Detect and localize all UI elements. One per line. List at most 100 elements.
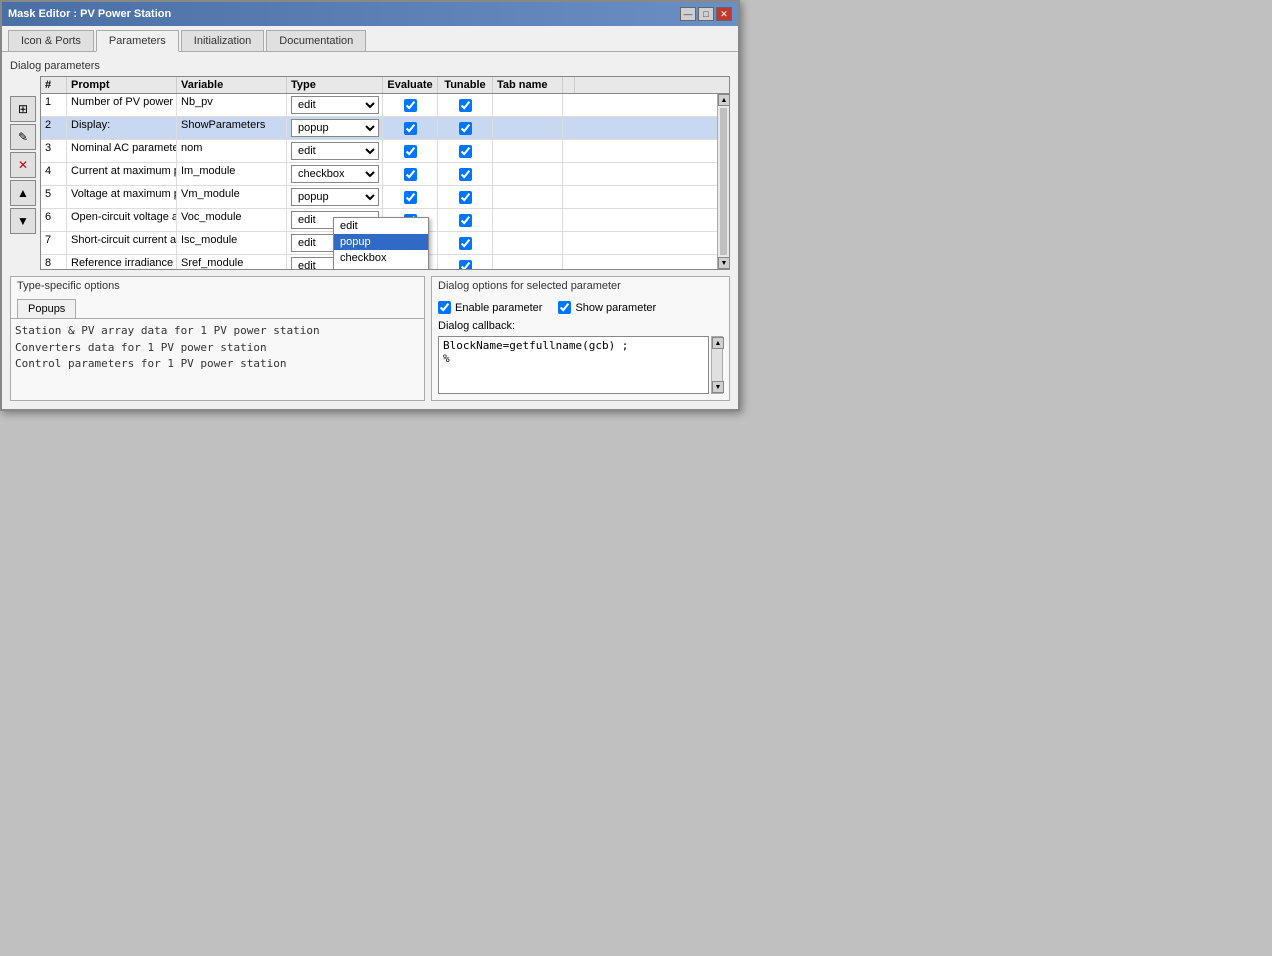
cell-tunable[interactable] — [438, 255, 493, 269]
table-row[interactable]: 3 Nominal AC parameters o... nom edit — [41, 140, 729, 163]
cell-evaluate[interactable] — [383, 94, 438, 116]
cell-type[interactable]: checkbox — [287, 163, 383, 185]
cell-variable: Nb_pv — [177, 94, 287, 116]
move-up-button[interactable]: ▲ — [10, 180, 36, 206]
cell-prompt: Voltage at maximum pow... — [67, 186, 177, 208]
tunable-check[interactable] — [459, 260, 472, 270]
params-container: ⊞ ✎ ✕ ▲ ▼ # Prompt Variable Type Evaluat… — [10, 76, 730, 270]
scroll-up-button[interactable]: ▲ — [718, 94, 729, 106]
col-scroll — [563, 77, 575, 93]
evaluate-check[interactable] — [404, 99, 417, 112]
evaluate-check[interactable] — [404, 122, 417, 135]
delete-button[interactable]: ✕ — [10, 152, 36, 178]
enable-parameter-label[interactable]: Enable parameter — [438, 301, 542, 314]
cell-variable: Vm_module — [177, 186, 287, 208]
table-scrollbar[interactable]: ▲ ▼ — [717, 94, 729, 269]
cell-variable: nom — [177, 140, 287, 162]
table-row[interactable]: 5 Voltage at maximum pow... Vm_module po… — [41, 186, 729, 209]
popup-item: Control parameters for 1 PV power statio… — [15, 356, 420, 373]
tunable-check[interactable] — [459, 122, 472, 135]
tab-documentation[interactable]: Documentation — [266, 30, 366, 51]
tunable-check[interactable] — [459, 168, 472, 181]
cell-tab — [493, 186, 563, 208]
cell-tab — [493, 94, 563, 116]
content-area: Dialog parameters ⊞ ✎ ✕ ▲ ▼ # Prompt Var… — [2, 52, 738, 409]
cell-variable: Voc_module — [177, 209, 287, 231]
cell-tunable[interactable] — [438, 94, 493, 116]
popups-tab[interactable]: Popups — [17, 299, 76, 318]
tabs-bar: Icon & Ports Parameters Initialization D… — [2, 26, 738, 52]
table-row[interactable]: 4 Current at maximum powe... Im_module c… — [41, 163, 729, 186]
left-panel-title: Type-specific options — [11, 277, 424, 295]
enable-parameter-check[interactable] — [438, 301, 451, 314]
cell-evaluate[interactable] — [383, 186, 438, 208]
maximize-button[interactable]: □ — [698, 7, 714, 21]
table-row[interactable]: 2 Display: ShowParameters popup — [41, 117, 729, 140]
move-down-button[interactable]: ▼ — [10, 208, 36, 234]
type-select[interactable]: edit — [291, 142, 379, 160]
cell-prompt: Reference irradiance [Sref ... — [67, 255, 177, 269]
cell-tunable[interactable] — [438, 186, 493, 208]
evaluate-check[interactable] — [404, 191, 417, 204]
cell-type[interactable]: popup — [287, 117, 383, 139]
cell-tunable[interactable] — [438, 117, 493, 139]
col-prompt: Prompt — [67, 77, 177, 93]
cell-variable: Isc_module — [177, 232, 287, 254]
close-button[interactable]: ✕ — [716, 7, 732, 21]
cell-evaluate[interactable] — [383, 140, 438, 162]
callback-scroll-up[interactable]: ▲ — [712, 337, 724, 349]
tab-icon-ports[interactable]: Icon & Ports — [8, 30, 94, 51]
tab-initialization[interactable]: Initialization — [181, 30, 264, 51]
callback-scrollbar[interactable]: ▲ ▼ — [711, 336, 723, 394]
cell-num: 2 — [41, 117, 67, 139]
tab-parameters[interactable]: Parameters — [96, 30, 179, 52]
tunable-check[interactable] — [459, 145, 472, 158]
cell-type[interactable]: edit — [287, 94, 383, 116]
edit-button[interactable]: ✎ — [10, 124, 36, 150]
callback-textarea[interactable]: BlockName=getfullname(gcb) ;% — [438, 336, 709, 394]
cell-tunable[interactable] — [438, 232, 493, 254]
dialog-options-panel: Dialog options for selected parameter En… — [431, 276, 730, 401]
section-label: Dialog parameters — [10, 60, 730, 72]
cell-num: 1 — [41, 94, 67, 116]
callback-scroll-down[interactable]: ▼ — [712, 381, 724, 393]
type-dropdown-menu[interactable]: edit popup checkbox DataTypeStr Minimum … — [333, 217, 429, 270]
cell-num: 5 — [41, 186, 67, 208]
type-select[interactable]: popup — [291, 188, 379, 206]
cell-type[interactable]: popup — [287, 186, 383, 208]
cell-evaluate[interactable] — [383, 163, 438, 185]
cell-tunable[interactable] — [438, 209, 493, 231]
table-header: # Prompt Variable Type Evaluate Tunable … — [41, 77, 729, 94]
cell-tunable[interactable] — [438, 163, 493, 185]
enable-parameter-text: Enable parameter — [455, 302, 542, 314]
cell-tab — [493, 163, 563, 185]
show-parameter-check[interactable] — [558, 301, 571, 314]
evaluate-check[interactable] — [404, 145, 417, 158]
tunable-check[interactable] — [459, 237, 472, 250]
add-button[interactable]: ⊞ — [10, 96, 36, 122]
evaluate-check[interactable] — [404, 168, 417, 181]
dropdown-item-datatypestr[interactable]: DataTypeStr — [334, 266, 428, 270]
callback-scroll-track — [712, 349, 722, 381]
scroll-thumb[interactable] — [720, 108, 727, 255]
dropdown-item-edit[interactable]: edit — [334, 218, 428, 234]
cell-prompt: Current at maximum powe... — [67, 163, 177, 185]
cell-prompt: Display: — [67, 117, 177, 139]
type-select[interactable]: edit — [291, 96, 379, 114]
cell-evaluate[interactable] — [383, 117, 438, 139]
table-row[interactable]: 1 Number of PV power stati... Nb_pv edit — [41, 94, 729, 117]
tunable-check[interactable] — [459, 191, 472, 204]
tunable-check[interactable] — [459, 214, 472, 227]
col-type: Type — [287, 77, 383, 93]
show-parameter-label[interactable]: Show parameter — [558, 301, 656, 314]
cell-type[interactable]: edit — [287, 140, 383, 162]
cell-tunable[interactable] — [438, 140, 493, 162]
type-select[interactable]: popup — [291, 119, 379, 137]
tunable-check[interactable] — [459, 99, 472, 112]
scroll-down-button[interactable]: ▼ — [718, 257, 729, 269]
dropdown-item-popup[interactable]: popup — [334, 234, 428, 250]
cell-prompt: Open-circuit voltage at Tr... — [67, 209, 177, 231]
type-select[interactable]: checkbox — [291, 165, 379, 183]
minimize-button[interactable]: — — [680, 7, 696, 21]
dropdown-item-checkbox[interactable]: checkbox — [334, 250, 428, 266]
